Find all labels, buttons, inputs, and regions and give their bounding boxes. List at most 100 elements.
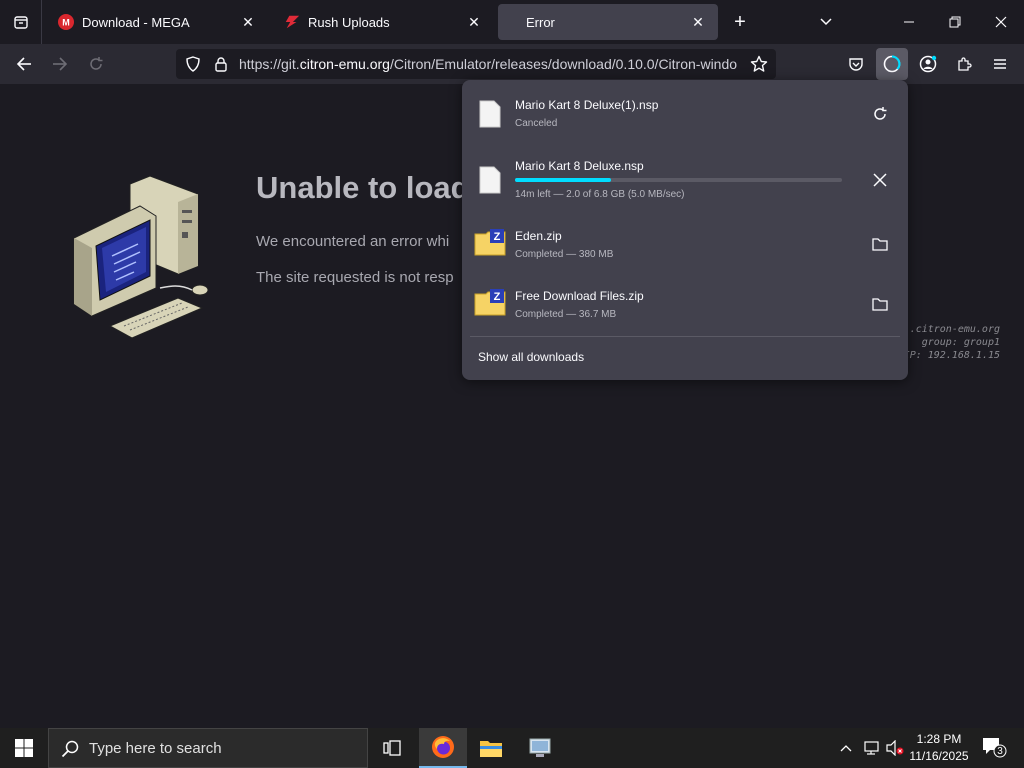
show-in-folder-button[interactable] xyxy=(870,294,890,314)
server-info: .citron-emu.org group: group1 IP: 192.16… xyxy=(903,324,1000,361)
back-button[interactable] xyxy=(10,50,38,78)
minimize-icon xyxy=(904,21,914,23)
account-button[interactable] xyxy=(914,50,942,78)
reload-button[interactable] xyxy=(82,50,110,78)
tab-close-button[interactable]: ✕ xyxy=(240,14,256,30)
svg-text:Z: Z xyxy=(494,291,501,303)
network-status[interactable] xyxy=(860,738,882,758)
account-icon xyxy=(919,55,937,73)
extensions-button[interactable] xyxy=(950,50,978,78)
svg-text:Z: Z xyxy=(494,231,501,243)
svg-text:M: M xyxy=(62,18,70,28)
tab-bar: M Download - MEGA ✕ Rush Uploads ✕ Error… xyxy=(0,0,1024,44)
download-filename: Mario Kart 8 Deluxe.nsp xyxy=(515,159,644,173)
computer-illustration xyxy=(73,176,209,339)
pocket-button[interactable] xyxy=(842,50,870,78)
show-all-downloads-link[interactable]: Show all downloads xyxy=(478,350,584,364)
file-icon xyxy=(479,100,501,128)
tab-list-icon xyxy=(13,16,28,29)
folder-icon xyxy=(872,298,888,311)
hamburger-menu-icon xyxy=(994,59,1006,69)
zip-folder-icon: Z xyxy=(474,229,506,256)
download-filename: Mario Kart 8 Deluxe(1).nsp xyxy=(515,98,659,112)
download-item[interactable]: Z Free Download Files.zip Completed — 36… xyxy=(462,272,908,332)
download-filename: Eden.zip xyxy=(515,229,562,243)
download-progress-icon xyxy=(883,55,901,73)
pocket-icon xyxy=(849,58,863,71)
url-text[interactable]: https://git.citron-emu.org/Citron/Emulat… xyxy=(239,56,741,72)
restore-button[interactable] xyxy=(932,0,978,44)
download-status: Completed — 380 MB xyxy=(515,249,614,260)
menu-button[interactable] xyxy=(986,50,1014,78)
retry-icon xyxy=(874,107,887,120)
start-button[interactable] xyxy=(0,728,48,768)
taskbar-firefox[interactable] xyxy=(419,728,467,768)
download-item[interactable]: Mario Kart 8 Deluxe(1).nsp Canceled xyxy=(462,84,908,144)
tab-title: Error xyxy=(526,14,555,30)
close-icon xyxy=(995,16,1007,28)
mega-icon: M xyxy=(58,14,74,30)
retry-button[interactable] xyxy=(870,104,890,124)
forward-button[interactable] xyxy=(46,50,74,78)
bookmark-star-icon[interactable] xyxy=(750,55,768,73)
folder-icon xyxy=(872,238,888,251)
close-window-button[interactable] xyxy=(978,0,1024,44)
list-all-tabs-button[interactable] xyxy=(803,0,849,44)
download-status: Canceled xyxy=(515,118,558,129)
tab-rush-uploads[interactable]: Rush Uploads ✕ xyxy=(272,4,494,40)
taskbar-search-box[interactable]: Type here to search xyxy=(48,728,368,768)
rush-uploads-icon xyxy=(284,14,300,30)
taskbar-file-explorer[interactable] xyxy=(467,728,515,768)
reload-icon xyxy=(90,57,103,70)
folder-icon xyxy=(480,741,502,757)
task-view-icon xyxy=(383,740,401,756)
minimize-button[interactable] xyxy=(886,0,932,44)
shield-icon[interactable] xyxy=(185,56,201,72)
show-in-folder-button[interactable] xyxy=(870,234,890,254)
notifications-button[interactable]: 3 xyxy=(980,737,1008,758)
taskbar: Type here to search 1:28 PM 11/16/2025 3 xyxy=(0,728,1024,768)
tab-list-button[interactable] xyxy=(0,0,42,44)
clock-date: 11/16/2025 xyxy=(909,749,969,763)
download-status: Completed — 36.7 MB xyxy=(515,309,617,320)
downloads-button[interactable] xyxy=(876,48,908,80)
cancel-icon xyxy=(873,173,887,187)
download-progress-fill xyxy=(515,178,612,182)
downloads-panel: Mario Kart 8 Deluxe(1).nsp Canceled Mari… xyxy=(462,80,908,380)
download-item[interactable]: Z Eden.zip Completed — 380 MB xyxy=(462,212,908,272)
task-view-button[interactable] xyxy=(368,728,416,768)
back-arrow-icon xyxy=(16,57,31,71)
nav-bar: https://git.citron-emu.org/Citron/Emulat… xyxy=(0,44,1024,84)
volume-muted-icon xyxy=(886,740,904,756)
taskbar-clock[interactable]: 1:28 PM 11/16/2025 xyxy=(904,731,974,765)
lock-icon[interactable] xyxy=(213,56,229,72)
network-icon xyxy=(864,741,879,755)
taskbar-app[interactable] xyxy=(516,728,564,768)
download-filename: Free Download Files.zip xyxy=(515,289,644,303)
tab-title: Download - MEGA xyxy=(82,14,190,30)
tab-mega[interactable]: M Download - MEGA ✕ xyxy=(46,4,268,40)
notification-count: 3 xyxy=(997,746,1003,757)
tab-close-button[interactable]: ✕ xyxy=(466,14,482,30)
computer-app-icon xyxy=(529,738,551,757)
show-hidden-icons-button[interactable] xyxy=(838,738,854,758)
tab-close-button[interactable]: ✕ xyxy=(690,14,706,30)
volume-status[interactable] xyxy=(884,738,906,758)
download-progress-bar xyxy=(515,178,842,182)
search-icon xyxy=(61,740,79,758)
firefox-icon xyxy=(432,736,454,758)
download-item[interactable]: Mario Kart 8 Deluxe.nsp 14m left — 2.0 o… xyxy=(462,146,908,206)
error-title: Unable to load xyxy=(256,170,470,205)
tab-error[interactable]: Error ✕ xyxy=(498,4,718,40)
tab-title: Rush Uploads xyxy=(308,14,390,30)
file-icon xyxy=(479,166,501,194)
divider xyxy=(470,336,900,337)
url-bar[interactable]: https://git.citron-emu.org/Citron/Emulat… xyxy=(176,49,776,79)
cancel-download-button[interactable] xyxy=(870,170,890,190)
search-placeholder: Type here to search xyxy=(89,740,222,757)
new-tab-button[interactable]: + xyxy=(728,10,752,34)
clock-time: 1:28 PM xyxy=(916,732,962,746)
zip-folder-icon: Z xyxy=(474,289,506,316)
chevron-up-icon xyxy=(840,745,852,752)
windows-logo-icon xyxy=(15,739,33,757)
